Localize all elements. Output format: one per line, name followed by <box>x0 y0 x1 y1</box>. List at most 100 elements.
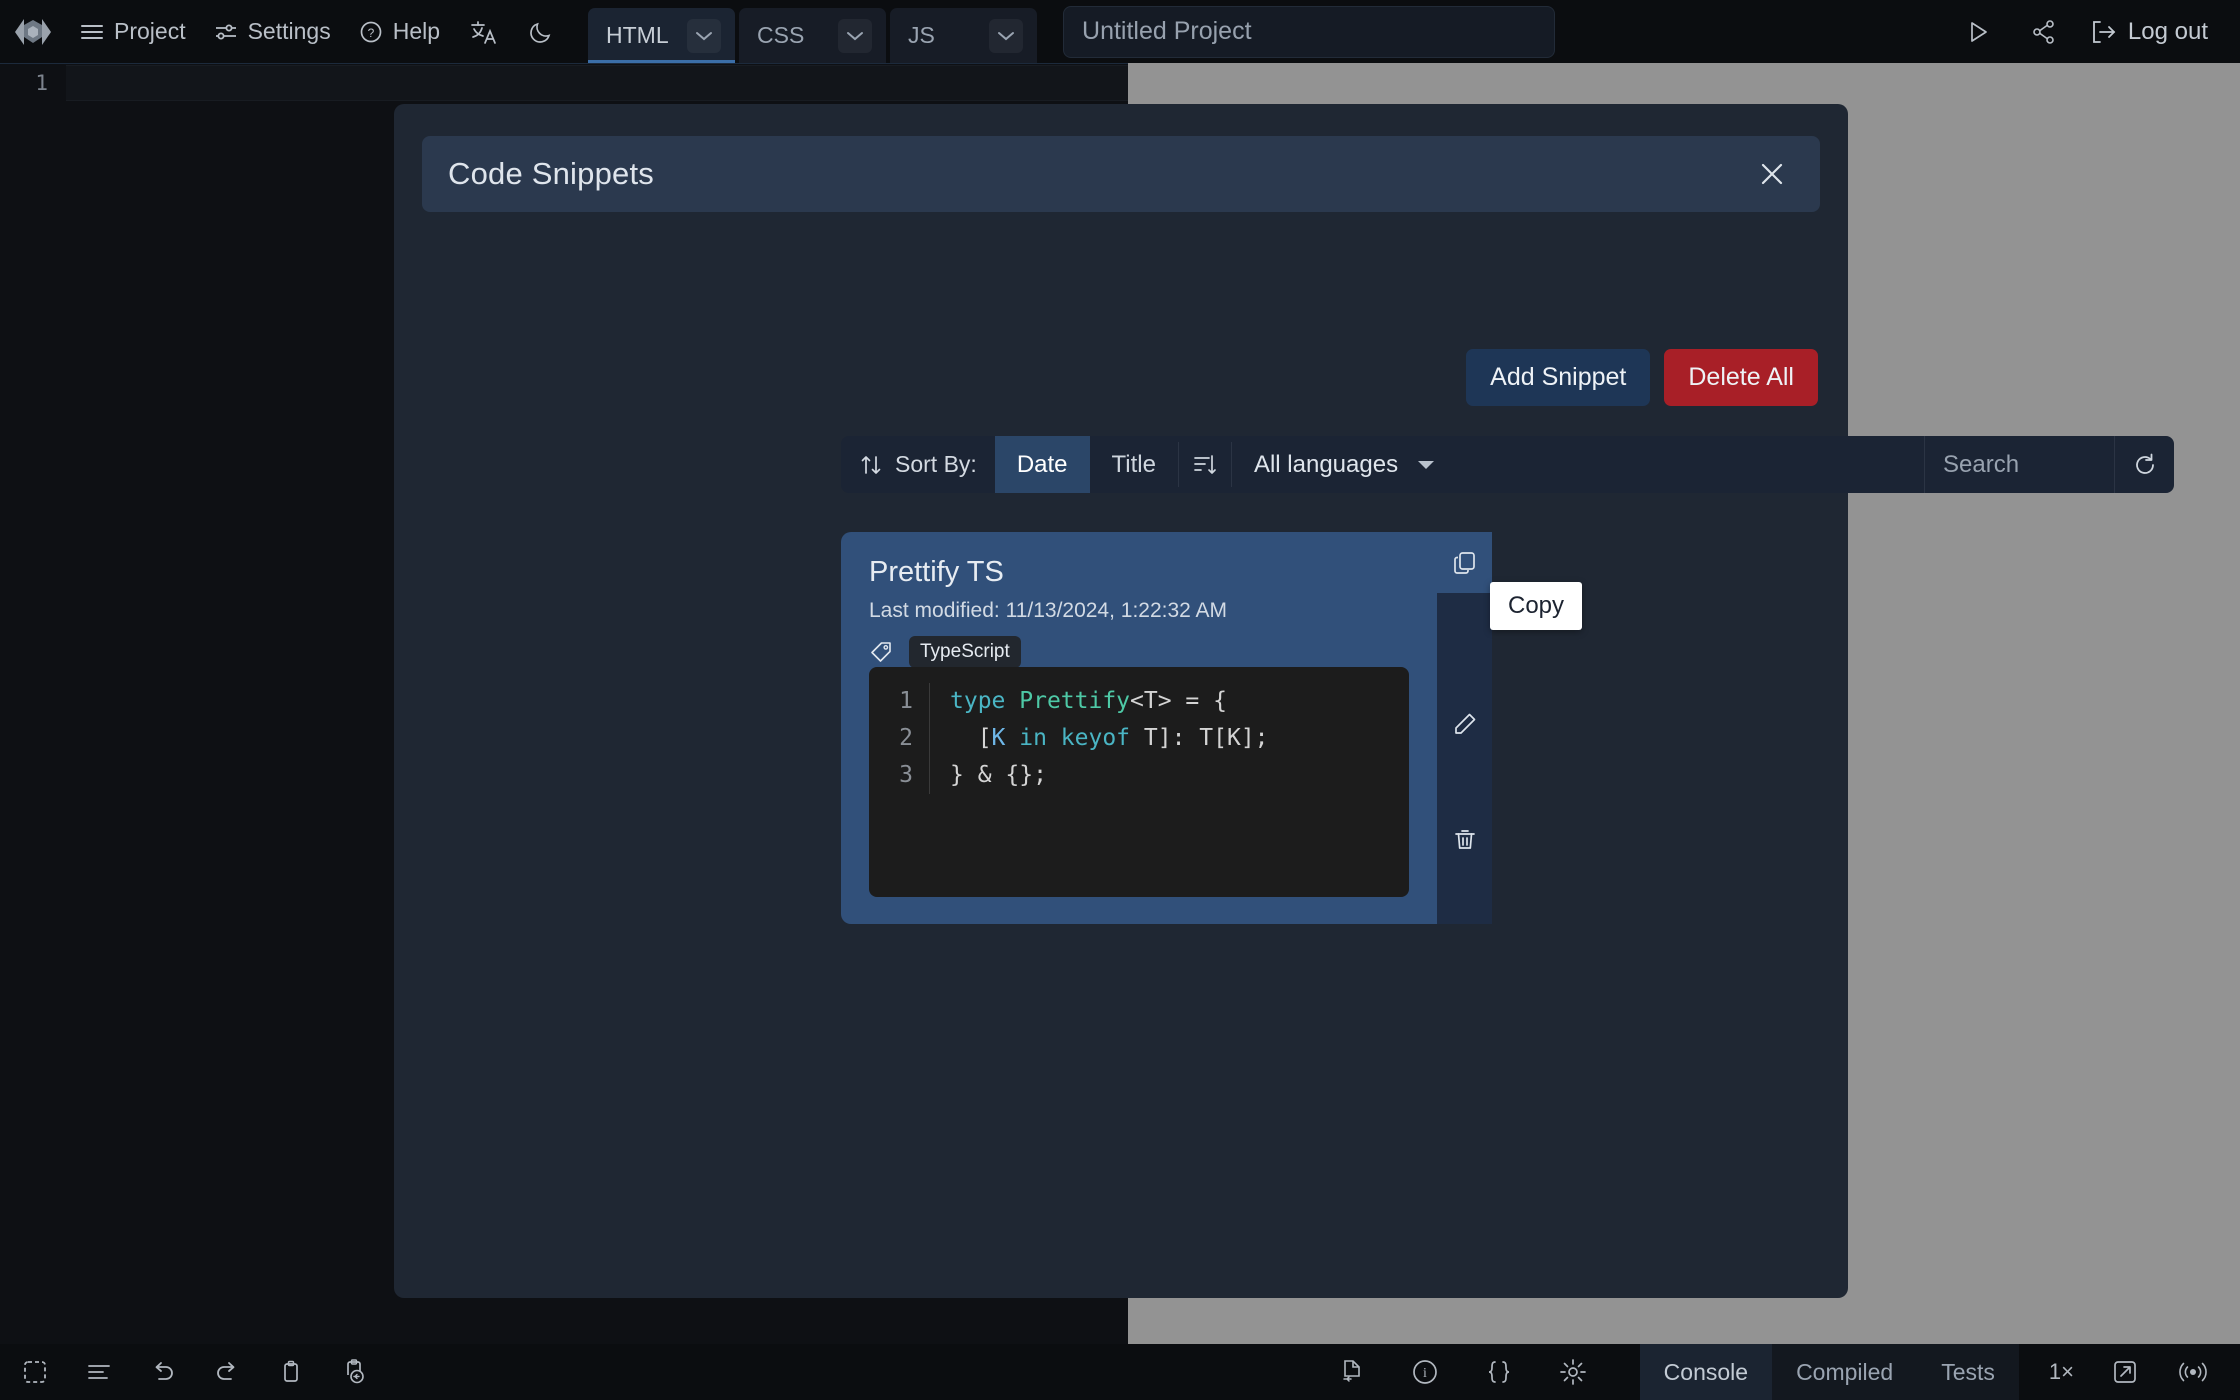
snippet-language-tag: TypeScript <box>909 636 1021 668</box>
logout-label: Log out <box>2128 18 2208 46</box>
sliders-icon <box>214 22 238 42</box>
menu-settings[interactable]: Settings <box>200 0 345 63</box>
gear-settings-icon[interactable] <box>1556 1355 1590 1389</box>
console-tabs: Console Compiled Tests <box>1640 1344 2019 1400</box>
snippet-action-column <box>1437 532 1492 924</box>
theme-toggle-button[interactable] <box>518 9 564 55</box>
format-align-icon[interactable] <box>82 1355 116 1389</box>
snippet-card[interactable]: Prettify TS Last modified: 11/13/2024, 1… <box>841 532 1492 924</box>
translate-button[interactable] <box>460 9 506 55</box>
code-row: 3 } & {}; <box>869 757 1409 794</box>
sort-option-title-label: Title <box>1112 451 1156 479</box>
chevron-down-icon[interactable] <box>838 19 872 53</box>
open-external-icon[interactable] <box>2108 1355 2142 1389</box>
lang-tab-html-label: HTML <box>606 22 669 49</box>
redo-icon[interactable] <box>210 1355 244 1389</box>
app-logo[interactable] <box>0 15 66 49</box>
language-filter-select[interactable]: All languages <box>1232 436 1458 493</box>
editor-line-1[interactable]: 1 <box>0 64 1128 102</box>
clipboard-paste-icon[interactable] <box>338 1355 372 1389</box>
logout-button[interactable]: Log out <box>2081 18 2218 46</box>
reset-filters-button[interactable] <box>2114 436 2174 493</box>
sort-option-date-label: Date <box>1017 451 1068 479</box>
lang-tab-html[interactable]: HTML <box>588 8 735 63</box>
lang-tab-js-label: JS <box>908 22 935 49</box>
code-line-number: 1 <box>869 683 929 720</box>
tab-console[interactable]: Console <box>1640 1344 1772 1400</box>
tab-tests[interactable]: Tests <box>1917 1344 2019 1400</box>
app-root: Project Settings ? Help <box>0 0 2240 1400</box>
editor-active-line[interactable] <box>66 65 1128 101</box>
code-cube-logo-icon <box>14 15 52 49</box>
bottom-mid-tools: i <box>1334 1355 1640 1389</box>
question-circle-icon: ? <box>359 20 383 44</box>
delete-snippet-button[interactable] <box>1437 809 1492 870</box>
share-nodes-icon <box>2031 19 2057 45</box>
tab-compiled-label: Compiled <box>1796 1359 1893 1386</box>
action-column-filler <box>1437 870 1492 924</box>
sort-arrows-icon[interactable] <box>859 453 883 477</box>
tab-console-label: Console <box>1664 1359 1748 1386</box>
bottom-left-tools <box>0 1355 372 1389</box>
chevron-down-icon[interactable] <box>687 19 721 53</box>
braces-icon[interactable] <box>1482 1355 1516 1389</box>
lang-tab-js[interactable]: JS <box>890 8 1037 63</box>
tab-compiled[interactable]: Compiled <box>1772 1344 1917 1400</box>
modal-title: Code Snippets <box>448 156 654 192</box>
menu-project[interactable]: Project <box>66 0 200 63</box>
clipboard-icon[interactable] <box>274 1355 308 1389</box>
sort-by-label: Sort By: <box>895 451 977 478</box>
project-name-input[interactable]: Untitled Project <box>1063 6 1555 58</box>
undo-icon[interactable] <box>146 1355 180 1389</box>
tab-tests-label: Tests <box>1941 1359 1995 1386</box>
topbar-right-group: Log out <box>1949 9 2240 55</box>
search-input[interactable]: Search <box>1924 436 2114 493</box>
run-button[interactable] <box>1955 9 2001 55</box>
language-tabs: HTML CSS JS <box>588 0 1041 63</box>
sort-option-title[interactable]: Title <box>1090 436 1178 493</box>
menu-help[interactable]: ? Help <box>345 0 454 63</box>
bottom-right-tools: 1× <box>2019 1355 2240 1389</box>
project-name-value: Untitled Project <box>1082 17 1252 46</box>
sort-by-group: Sort By: <box>841 436 995 493</box>
search-placeholder: Search <box>1943 451 2019 479</box>
file-link-icon[interactable] <box>1334 1355 1368 1389</box>
tag-icon <box>869 639 895 665</box>
copy-snippet-button[interactable] <box>1437 532 1492 593</box>
zoom-level-button[interactable]: 1× <box>2049 1359 2074 1385</box>
sort-descending-icon <box>1192 452 1218 478</box>
modal-action-buttons: Add Snippet Delete All <box>1466 349 1818 406</box>
code-line-number: 3 <box>869 757 929 794</box>
lang-tab-css[interactable]: CSS <box>739 8 886 63</box>
close-x-icon[interactable] <box>1750 152 1794 196</box>
modal-header: Code Snippets <box>422 136 1820 212</box>
chevron-down-icon[interactable] <box>989 19 1023 53</box>
select-region-icon[interactable] <box>18 1355 52 1389</box>
sort-option-date[interactable]: Date <box>995 436 1090 493</box>
edit-snippet-button[interactable] <box>1437 693 1492 754</box>
bottom-toolbar: i Console Compiled Tests 1× <box>0 1344 2240 1400</box>
code-line-text: type Prettify<T> = { <box>950 683 1227 720</box>
lang-tab-css-label: CSS <box>757 22 804 49</box>
svg-text:i: i <box>1423 1366 1427 1381</box>
filter-spacer <box>1458 436 1924 493</box>
code-gutter-divider <box>929 720 930 757</box>
menu-project-label: Project <box>114 18 186 45</box>
top-toolbar: Project Settings ? Help <box>0 0 2240 63</box>
translate-language-icon <box>469 18 497 46</box>
line-number: 1 <box>0 71 66 95</box>
add-snippet-button[interactable]: Add Snippet <box>1466 349 1650 406</box>
menu-help-label: Help <box>393 18 440 45</box>
info-circle-icon[interactable]: i <box>1408 1355 1442 1389</box>
copy-tooltip: Copy <box>1490 582 1582 630</box>
action-spacer-top <box>1437 593 1492 693</box>
broadcast-live-icon[interactable] <box>2176 1355 2210 1389</box>
code-line-number: 2 <box>869 720 929 757</box>
share-button[interactable] <box>2021 9 2067 55</box>
language-filter-value: All languages <box>1254 451 1398 479</box>
code-line-text: } & {}; <box>950 757 1047 794</box>
code-row: 1 type Prettify<T> = { <box>869 683 1409 720</box>
code-snippets-modal: Code Snippets Add Snippet Delete All Sor… <box>394 104 1848 1298</box>
sort-order-button[interactable] <box>1179 436 1231 493</box>
delete-all-button[interactable]: Delete All <box>1664 349 1818 406</box>
